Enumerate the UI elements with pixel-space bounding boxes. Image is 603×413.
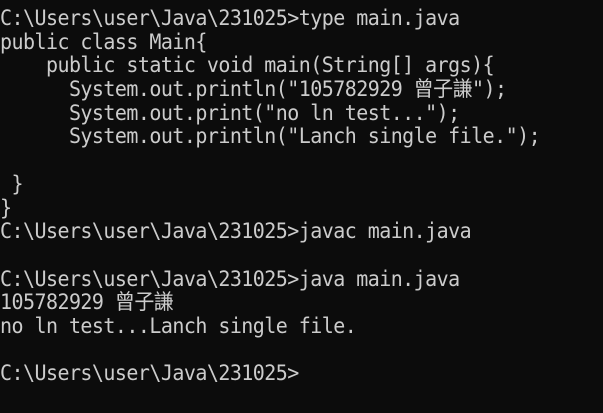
prompt-line[interactable]: C:\Users\user\Java\231025> [0, 361, 603, 386]
command-line: C:\Users\user\Java\231025>javac main.jav… [0, 218, 472, 244]
output-line: System.out.print("no ln test..."); [0, 99, 460, 125]
output-line: System.out.println("Lanch single file.")… [0, 123, 541, 149]
output-line: public static void main(String[] args){ [0, 52, 495, 78]
terminal-window[interactable]: C:\Users\user\Java\231025>type main.java… [0, 0, 603, 413]
output-line: public class Main{ [0, 28, 207, 54]
output-line: 105782929 曾子謙 [0, 289, 174, 315]
output-line: } [0, 170, 23, 196]
output-line: } [0, 194, 12, 220]
output-line: no ln test...Lanch single file. [0, 312, 357, 339]
command-line: C:\Users\user\Java\231025>type main.java [0, 4, 460, 31]
output-line: System.out.println("105782929 曾子謙"); [0, 76, 507, 102]
command-line: C:\Users\user\Java\231025>java main.java [0, 265, 460, 291]
